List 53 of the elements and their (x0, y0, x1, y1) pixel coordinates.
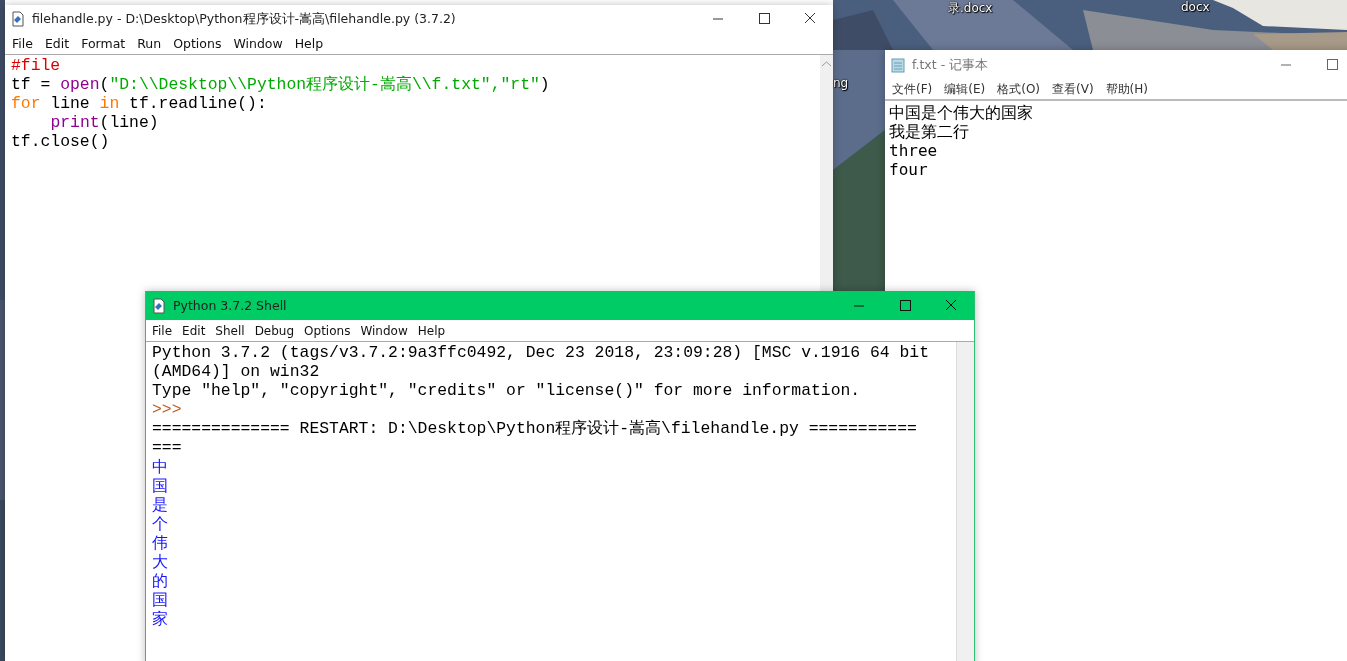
menu-item[interactable]: Options (299, 323, 356, 338)
text-line: three (889, 141, 939, 160)
shell-line: 的 (152, 571, 169, 590)
menu-item[interactable]: Window (355, 323, 413, 338)
shell-line: Type "help", "copyright", "credits" or "license()" for more information. (152, 381, 862, 400)
menu-item[interactable]: Options (167, 36, 228, 51)
notepad-icon (890, 57, 906, 73)
code-line: print(line) (49, 113, 160, 132)
menu-item[interactable]: Debug (249, 323, 300, 338)
scrollbar[interactable] (820, 55, 833, 291)
shell-line: 中 (152, 457, 169, 476)
menu-item[interactable]: 编辑(E) (938, 81, 992, 98)
menu-item[interactable]: File (6, 36, 39, 51)
menu-item[interactable]: File (147, 323, 178, 338)
window-title: f.txt - 记事本 (912, 56, 990, 74)
menu-item[interactable]: Edit (177, 323, 211, 338)
menu-item[interactable]: Shell (210, 323, 250, 338)
scroll-up-icon[interactable] (820, 59, 833, 69)
shell-line: 个 (152, 514, 169, 533)
shell-line: ============== RESTART: D:\Desktop\Python程序设计-嵩高\filehandle.py =========== (152, 419, 918, 438)
menu-item[interactable]: Edit (38, 36, 76, 51)
shell-line: === (152, 438, 183, 457)
document-icon (10, 11, 26, 27)
menu-item[interactable]: 文件(F) (886, 81, 939, 98)
menu-item[interactable]: 帮助(H) (1099, 81, 1154, 98)
shell-line: 国 (152, 590, 169, 609)
desktop-icon-label[interactable]: ng (833, 76, 849, 90)
shell-line: Python 3.7.2 (tags/v3.7.2:9a3ffc0492, Dec 23 2018, 23:09:28) [MSC v.1916 64 bit (152, 343, 931, 362)
menu-item[interactable]: Format (75, 36, 132, 51)
shell-line: 大 (152, 552, 169, 571)
code-line: #file (11, 56, 62, 75)
shell-line: 家 (152, 609, 169, 628)
code-line: tf.close() (11, 132, 111, 151)
shell-line: >>> (152, 400, 183, 419)
code-line: tf = open("D:\\Desktop\\Python程序设计-嵩高\\f.txt","rt") (11, 75, 551, 94)
menu-item[interactable]: 格式(O) (991, 81, 1047, 98)
text-line: 中国是个伟大的国家 (889, 103, 1034, 122)
text-line: four (889, 160, 929, 179)
document-icon (151, 297, 167, 314)
shell-line: 国 (152, 476, 169, 495)
code-line: for line in tf.readline(): (11, 94, 268, 113)
menu-item[interactable]: Window (227, 36, 289, 51)
shell-line: 是 (152, 495, 169, 514)
window-title: Python 3.7.2 Shell (173, 298, 288, 313)
shell-line: 伟 (152, 533, 169, 552)
menu-item[interactable]: Help (288, 36, 330, 51)
menu-item[interactable]: Run (131, 36, 168, 51)
scrollbar[interactable] (956, 342, 974, 661)
shell-line: (AMD64)] on win32 (152, 362, 321, 381)
menu-item[interactable]: 查看(V) (1046, 81, 1100, 98)
window-title: filehandle.py - D:\Desktop\Python程序设计-嵩高\filehandle.py (3.7.2) (32, 10, 457, 28)
text-line: 我是第二行 (889, 122, 970, 141)
menu-item[interactable]: Help (412, 323, 451, 338)
